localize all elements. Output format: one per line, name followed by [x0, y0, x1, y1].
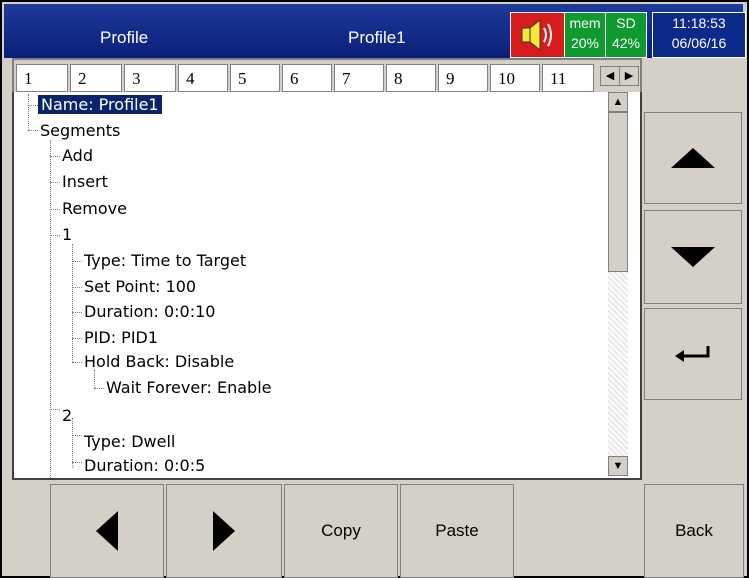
tree-connector — [94, 388, 104, 389]
tab-scroll-right-icon[interactable]: ▶ — [619, 66, 639, 86]
tab-4[interactable]: 4 — [178, 64, 228, 92]
tree-node-segment-2[interactable]: 2 — [62, 405, 72, 427]
tree-connector — [72, 435, 82, 436]
move-up-button[interactable] — [644, 112, 742, 204]
sd-value: 42% — [611, 35, 641, 51]
tree-node-remove[interactable]: Remove — [62, 198, 127, 220]
tree-connector — [72, 462, 82, 463]
tab-8[interactable]: 8 — [386, 64, 436, 92]
profile-tree: Name: Profile1 Segments Add Insert Remov… — [12, 92, 642, 480]
tree-node-type[interactable]: Type: Time to Target — [84, 250, 246, 272]
tab-9[interactable]: 9 — [438, 64, 488, 92]
clock-date: 06/06/16 — [671, 35, 727, 51]
screen-title: Profile — [100, 28, 149, 47]
segment-tabs: 1 2 3 4 5 6 7 8 9 10 11 ◀ ▶ — [12, 58, 642, 96]
tree-connector — [50, 209, 60, 210]
tree-node-duration-2[interactable]: Duration: 0:0:5 — [84, 455, 205, 477]
tab-scroll-left-icon[interactable]: ◀ — [600, 66, 620, 86]
arrow-down-icon — [671, 247, 715, 267]
paste-button[interactable]: Paste — [400, 484, 514, 578]
tree-connector — [72, 362, 82, 363]
tree-connector — [50, 156, 60, 157]
tree-node-type-2[interactable]: Type: Dwell — [84, 431, 175, 453]
tree-connector — [72, 261, 82, 262]
sd-status: SD 42% — [605, 12, 647, 58]
tree-connector — [72, 312, 82, 313]
tab-5[interactable]: 5 — [230, 64, 280, 92]
speaker-icon[interactable] — [510, 12, 566, 58]
tree-node-segments[interactable]: Segments — [40, 120, 120, 142]
clock-time: 11:18:53 — [672, 15, 726, 31]
previous-button[interactable] — [50, 484, 164, 578]
tab-2[interactable]: 2 — [70, 64, 122, 92]
tab-7[interactable]: 7 — [334, 64, 384, 92]
tree-node-segment-1[interactable]: 1 — [62, 224, 72, 246]
memory-label: mem — [569, 15, 601, 31]
enter-icon — [675, 346, 710, 362]
move-down-button[interactable] — [644, 210, 742, 304]
tree-scrollbar[interactable]: ▲ ▼ — [608, 92, 628, 476]
tree-connector — [28, 94, 29, 130]
tree-connector — [72, 287, 82, 288]
tree-connector — [50, 235, 60, 236]
enter-button[interactable] — [644, 308, 742, 400]
tree-connector — [72, 338, 82, 339]
sd-label: SD — [616, 15, 636, 31]
back-button[interactable]: Back — [644, 484, 744, 578]
memory-status: mem 20% — [564, 12, 606, 58]
copy-button[interactable]: Copy — [284, 484, 398, 578]
tree-connector — [50, 409, 60, 410]
arrow-left-icon — [96, 511, 118, 551]
title-bar: Profile Profile1 mem 20% SD 42% 11:18:53… — [4, 4, 746, 58]
tree-connector — [50, 182, 60, 183]
memory-value: 20% — [570, 35, 600, 51]
tree-connector — [28, 130, 38, 131]
clock: 11:18:53 06/06/16 — [652, 12, 746, 58]
scroll-up-icon[interactable]: ▲ — [608, 92, 628, 112]
tree-node-duration[interactable]: Duration: 0:0:10 — [84, 301, 215, 323]
tree-node-insert[interactable]: Insert — [62, 171, 108, 193]
tree-node-wait-forever[interactable]: Wait Forever: Enable — [106, 377, 271, 399]
tree-node-set-point[interactable]: Set Point: 100 — [84, 276, 196, 298]
next-button[interactable] — [166, 484, 282, 578]
tab-3[interactable]: 3 — [124, 64, 176, 92]
tree-connector — [50, 140, 51, 478]
profile-title: Profile1 — [348, 28, 406, 47]
scroll-down-icon[interactable]: ▼ — [608, 456, 628, 476]
tree-connector — [28, 105, 38, 106]
tree-node-name-label: Name: Profile1 — [38, 95, 162, 114]
scrollbar-thumb[interactable] — [608, 112, 628, 272]
tab-11[interactable]: 11 — [542, 64, 594, 92]
tree-node-add[interactable]: Add — [62, 145, 93, 167]
tree-node-pid[interactable]: PID: PID1 — [84, 327, 158, 349]
tab-6[interactable]: 6 — [282, 64, 332, 92]
arrow-up-icon — [671, 148, 715, 168]
tree-node-name[interactable]: Name: Profile1 — [38, 94, 162, 116]
tab-scroll: ◀ ▶ — [600, 66, 639, 86]
tab-1[interactable]: 1 — [16, 64, 68, 92]
tab-10[interactable]: 10 — [490, 64, 540, 92]
arrow-right-icon — [213, 511, 235, 551]
tree-node-hold-back[interactable]: Hold Back: Disable — [84, 351, 234, 373]
